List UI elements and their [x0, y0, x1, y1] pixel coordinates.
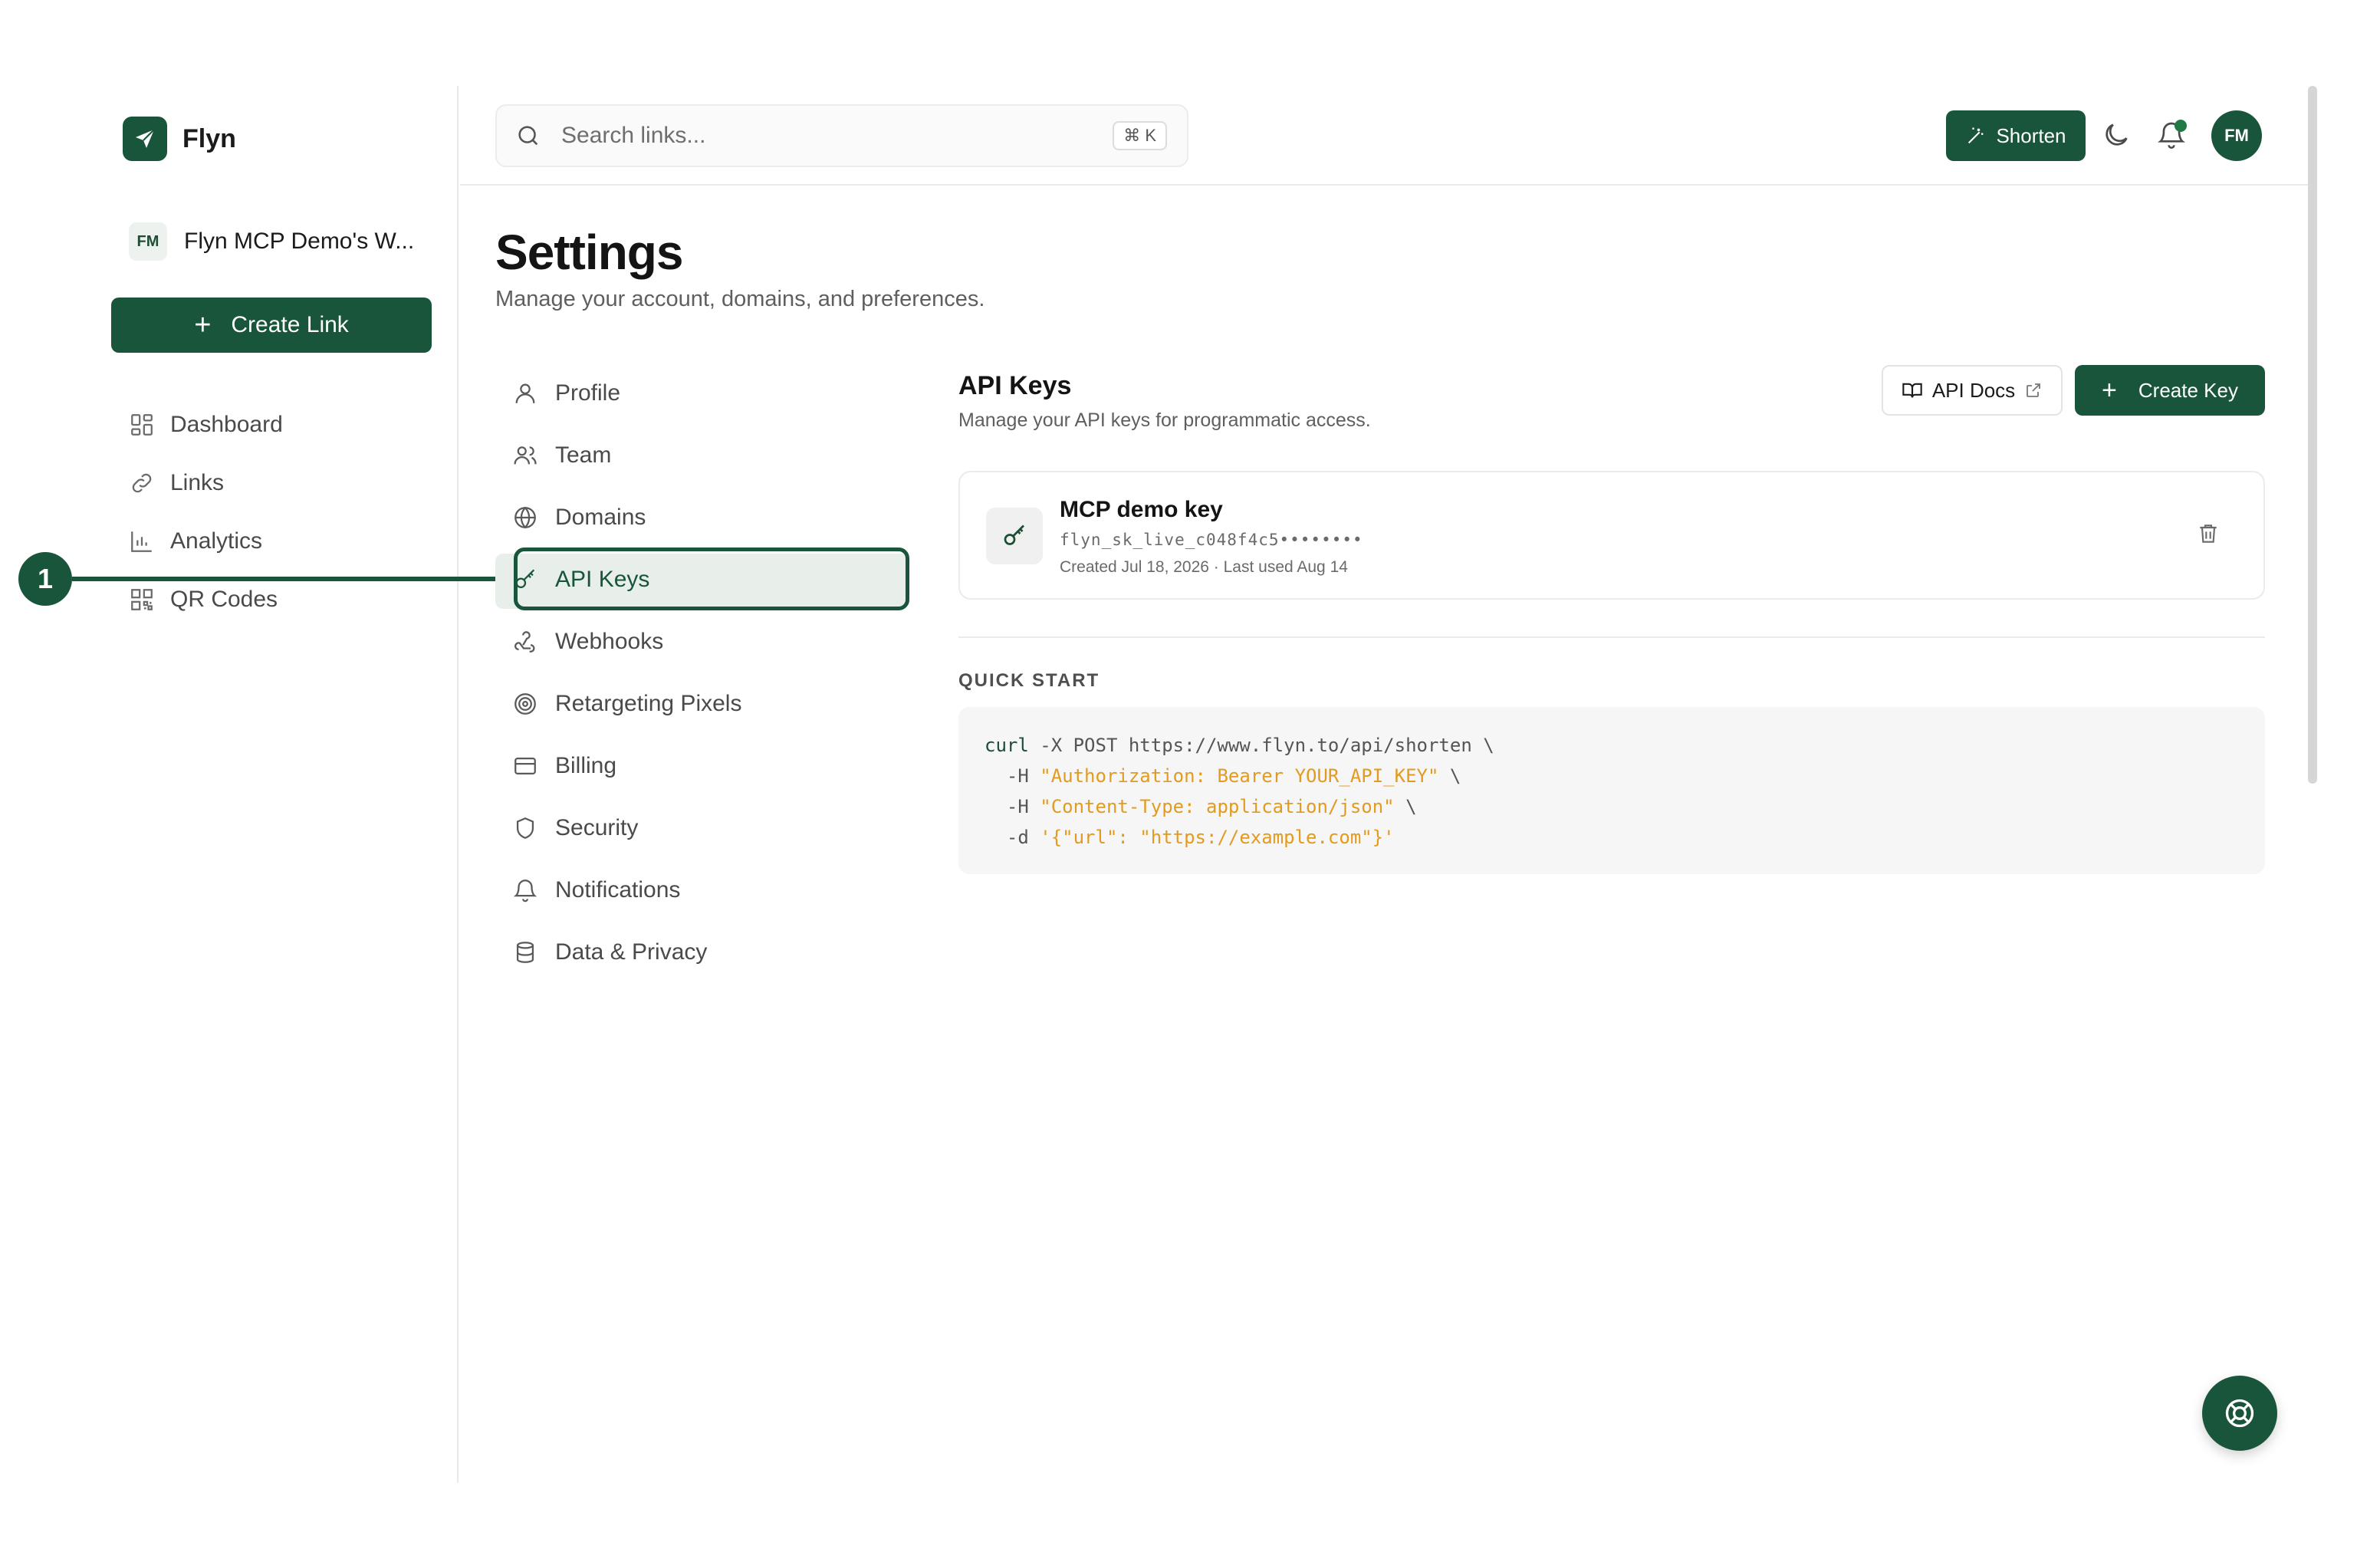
key-meta: Created Jul 18, 2026 · Last used Aug 14 — [1060, 558, 1348, 576]
code-text: \ — [1394, 796, 1417, 817]
target-icon — [514, 692, 536, 715]
section-subtitle: Manage your API keys for programmatic ac… — [958, 409, 1371, 431]
settings-nav: Profile Team Domains API Keys Webhooks R… — [498, 362, 912, 983]
quick-start-label: QUICK START — [958, 670, 1100, 691]
workspace-switcher[interactable]: FM Flyn MCP Demo's W... — [129, 222, 414, 261]
settings-nav-label: Retargeting Pixels — [555, 690, 742, 716]
code-command: curl — [985, 735, 1029, 756]
sidebar-item-label: Links — [170, 470, 225, 495]
external-link-icon — [2027, 383, 2041, 397]
notification-dot — [2175, 120, 2187, 132]
moon-icon[interactable] — [2101, 120, 2132, 150]
shield-icon — [516, 817, 534, 839]
keyboard-shortcut: ⌘ K — [1113, 121, 1167, 150]
annotation-marker: 1 — [18, 552, 72, 606]
sidebar-item-links[interactable]: Links — [129, 454, 283, 512]
create-link-label: Create Link — [231, 312, 349, 337]
settings-nav-label: Billing — [555, 752, 617, 778]
database-icon — [516, 941, 534, 963]
search-input[interactable]: Search links... ⌘ K — [495, 104, 1188, 167]
search-placeholder: Search links... — [561, 123, 706, 148]
team-icon — [514, 446, 537, 464]
dashboard-icon — [131, 414, 153, 436]
settings-nav-label: Domains — [555, 504, 646, 530]
code-string: '{"url": "https://example.com"}' — [1040, 827, 1395, 848]
help-button[interactable] — [2202, 1376, 2277, 1451]
settings-nav-label: Security — [555, 814, 639, 840]
settings-nav-domains[interactable]: Domains — [498, 486, 912, 548]
code-text: \ — [1438, 765, 1461, 787]
scrollbar[interactable] — [2308, 86, 2317, 784]
brand[interactable]: Flyn — [123, 117, 236, 161]
annotation-highlight-box — [514, 547, 909, 610]
trash-icon[interactable] — [2196, 521, 2221, 546]
create-key-label: Create Key — [2138, 378, 2238, 402]
code-flag: -d — [985, 827, 1040, 848]
create-link-button[interactable]: + Create Link — [111, 298, 432, 353]
settings-nav-label: Webhooks — [555, 628, 664, 654]
code-flag: -H — [985, 796, 1040, 817]
settings-nav-notifications[interactable]: Notifications — [498, 859, 912, 921]
book-icon — [1902, 383, 1922, 398]
send-icon — [123, 117, 167, 161]
plus-icon: + — [2102, 375, 2117, 405]
settings-nav-retargeting-pixels[interactable]: Retargeting Pixels — [498, 672, 912, 735]
webhook-icon — [514, 630, 535, 653]
settings-nav-label: Data & Privacy — [555, 939, 708, 965]
link-icon — [132, 473, 152, 493]
annotation-line — [72, 577, 501, 581]
page-title: Settings — [495, 225, 683, 280]
shorten-label: Shorten — [1996, 123, 2066, 147]
magic-wand-icon — [1968, 127, 1984, 144]
divider — [958, 636, 2265, 638]
settings-nav-label: Team — [555, 442, 612, 468]
credit-card-icon — [514, 757, 536, 774]
api-key-card: MCP demo key flyn_sk_live_c048f4c5••••••… — [958, 471, 2265, 600]
section-title: API Keys — [958, 371, 1072, 400]
settings-nav-data-privacy[interactable]: Data & Privacy — [498, 921, 912, 983]
workspace-badge: FM — [129, 222, 167, 261]
sidebar-item-dashboard[interactable]: Dashboard — [129, 396, 283, 454]
brand-name: Flyn — [182, 123, 236, 153]
sidebar — [0, 86, 459, 1483]
key-icon — [986, 508, 1043, 564]
settings-nav-billing[interactable]: Billing — [498, 735, 912, 797]
create-key-button[interactable]: + Create Key — [2075, 365, 2265, 416]
sidebar-item-label: Dashboard — [170, 412, 283, 437]
api-docs-label: API Docs — [1931, 378, 2016, 402]
analytics-icon — [131, 531, 152, 552]
settings-nav-label: Notifications — [555, 876, 681, 903]
settings-nav-profile[interactable]: Profile — [498, 362, 912, 424]
shorten-button[interactable]: Shorten — [1946, 110, 2086, 161]
plus-icon: + — [194, 308, 212, 341]
sidebar-item-label: QR Codes — [170, 587, 278, 612]
globe-icon — [514, 506, 536, 528]
code-text: -X POST https://www.flyn.to/api/shorten … — [1028, 735, 1494, 756]
code-string: "Authorization: Bearer YOUR_API_KEY" — [1040, 765, 1439, 787]
code-block[interactable]: curl -X POST https://www.flyn.to/api/sho… — [958, 707, 2265, 874]
lifebuoy-icon — [2225, 1399, 2254, 1428]
key-name: MCP demo key — [1060, 497, 1223, 522]
settings-nav-security[interactable]: Security — [498, 797, 912, 859]
sidebar-item-analytics[interactable]: Analytics — [129, 512, 283, 570]
key-value: flyn_sk_live_c048f4c5•••••••• — [1060, 531, 1363, 549]
search-icon — [518, 126, 538, 146]
user-icon — [515, 383, 535, 403]
code-string: "Content-Type: application/json" — [1040, 796, 1395, 817]
settings-nav-team[interactable]: Team — [498, 424, 912, 486]
bell-icon — [513, 879, 537, 902]
code-flag: -H — [985, 765, 1040, 787]
workspace-name: Flyn MCP Demo's W... — [184, 229, 415, 254]
api-docs-button[interactable]: API Docs — [1882, 365, 2063, 416]
qr-icon — [131, 589, 153, 610]
avatar[interactable]: FM — [2211, 110, 2262, 161]
sidebar-item-label: Analytics — [170, 528, 263, 554]
settings-nav-webhooks[interactable]: Webhooks — [498, 610, 912, 672]
sidebar-nav: Dashboard Links Analytics QR Codes — [129, 396, 283, 629]
page-subtitle: Manage your account, domains, and prefer… — [495, 287, 985, 311]
settings-nav-label: Profile — [555, 380, 621, 406]
